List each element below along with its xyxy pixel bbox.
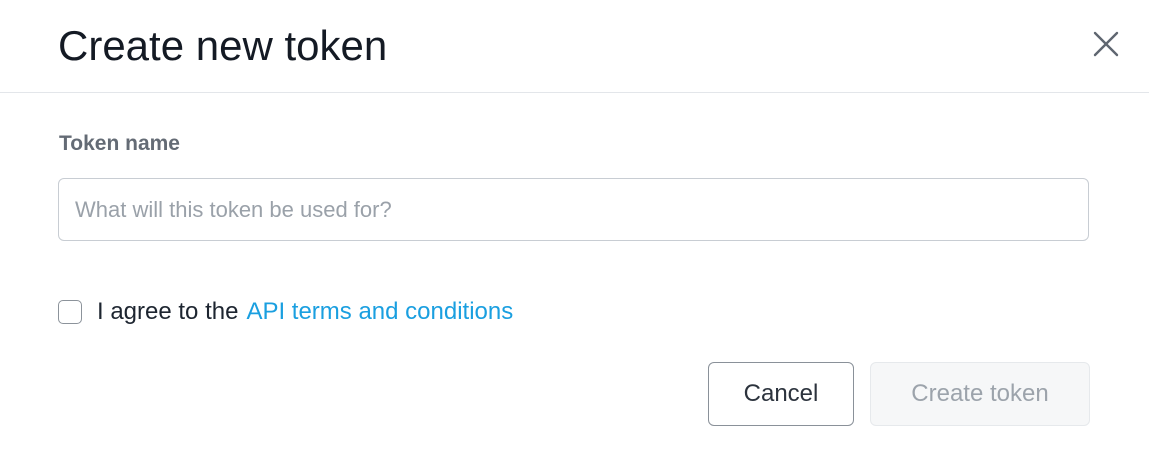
api-terms-link[interactable]: API terms and conditions [246,297,513,327]
dialog-header: Create new token [0,0,1149,93]
token-name-label: Token name [59,132,180,155]
agree-row: I agree to the API terms and conditions [58,296,513,328]
close-icon [1093,31,1119,57]
token-name-input[interactable] [58,178,1089,241]
dialog-title: Create new token [58,22,388,69]
agree-text: I agree to the [97,298,239,325]
close-button[interactable] [1088,26,1124,62]
cancel-button[interactable]: Cancel [708,362,854,426]
agree-checkbox[interactable] [58,300,82,324]
create-token-button[interactable]: Create token [870,362,1090,426]
create-token-dialog: Create new token Token name I agree to t… [0,0,1149,470]
